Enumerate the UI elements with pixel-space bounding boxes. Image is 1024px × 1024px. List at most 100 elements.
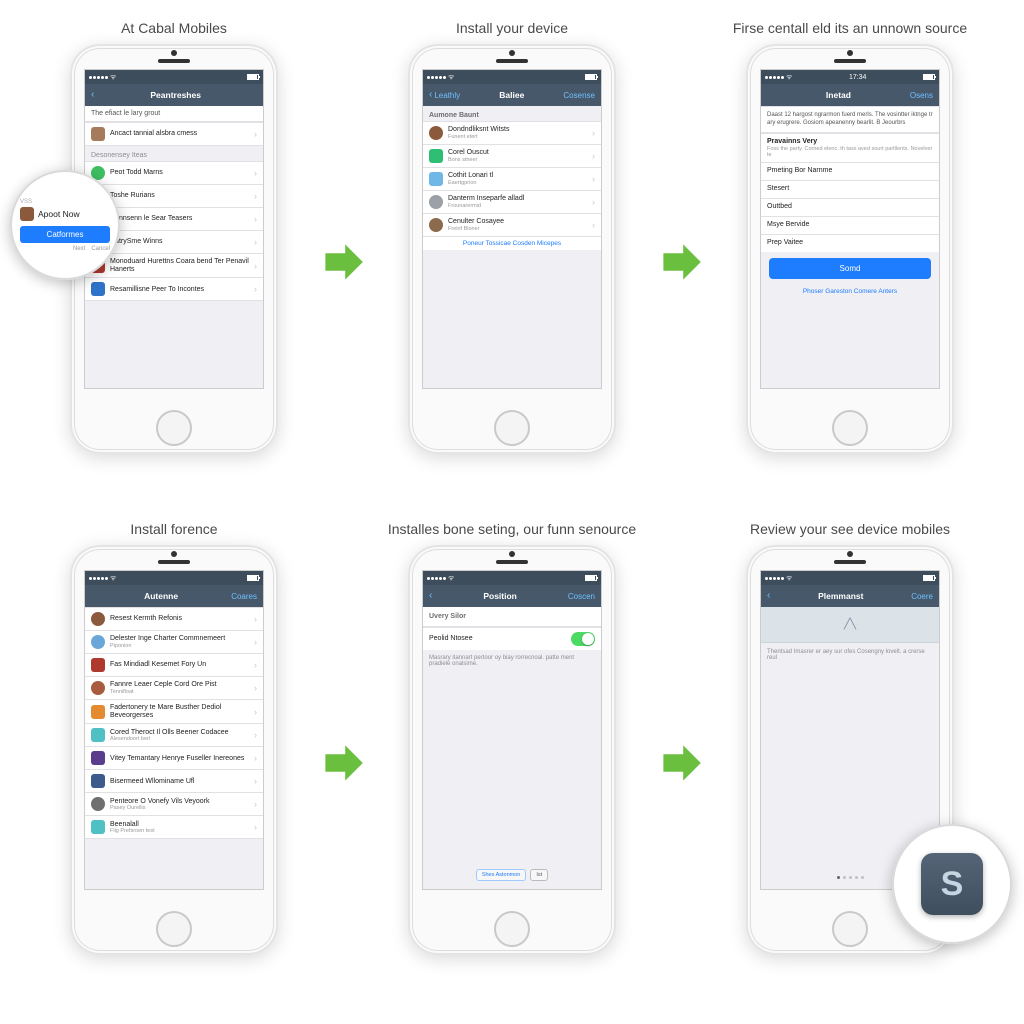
wifi-icon: ᯤ [448, 73, 454, 82]
arrow-right-icon [659, 240, 703, 284]
nav-right-button[interactable]: Cosense [563, 91, 595, 100]
list-row[interactable]: Cored Theroct Il Olls Beener CodaceeAles… [85, 723, 263, 746]
chevron-right-icon: › [254, 660, 257, 670]
arrow-1 [318, 20, 368, 503]
app-icon [91, 774, 105, 788]
phone-frame: ᯤ Autenne Coares Resest Kermth Refonis› … [70, 545, 278, 955]
step-6-caption: Review your see device mobiles [750, 521, 950, 537]
chevron-right-icon: › [254, 191, 257, 201]
app-icon [91, 751, 105, 765]
nav-bar: ‹Leathly Baliee Cosense [423, 84, 601, 106]
tutorial-grid: At Cabal Mobiles ᯤ ‹ Peantreshes The efi… [0, 0, 1024, 1024]
nav-back-button[interactable]: ‹ [91, 90, 94, 100]
list-row[interactable]: Resest Kermth Refonis› [85, 607, 263, 630]
magnify-secondary-b[interactable]: Cancel [91, 246, 110, 252]
footer-link[interactable]: Poneur Tossicae Cosden Micepes [423, 236, 601, 250]
toggle-row[interactable]: Peolid Ntosee [423, 627, 601, 650]
step-5-caption: Installes bone seting, our funn senource [388, 521, 636, 537]
list-row[interactable]: Bisermeed Wllominame Ufl› [85, 769, 263, 792]
list-row[interactable]: Ancact tannial alsbra cmess› [85, 122, 263, 146]
home-button[interactable] [494, 911, 530, 947]
seg-button-b[interactable]: Ist [530, 869, 548, 881]
list-row[interactable]: Penteore O Vonefy Vils VeyoorkPasey Oure… [85, 792, 263, 815]
chevron-right-icon: › [254, 237, 257, 247]
nav-title: Position [483, 591, 517, 601]
home-button[interactable] [156, 410, 192, 446]
chevron-right-icon: › [254, 284, 257, 294]
list-row[interactable]: Resamillisne Peer To Incontes› [85, 277, 263, 301]
wifi-icon: ᯤ [110, 574, 116, 583]
chevron-right-icon: › [592, 128, 595, 138]
list-row[interactable]: Msye Bervide [761, 216, 939, 234]
list-row[interactable]: Peot Todd Marns› [85, 161, 263, 184]
list-row[interactable]: Stesert [761, 180, 939, 198]
step-4: Install forence ᯤ Autenne Coares Resest … [30, 521, 318, 1004]
status-bar: ᯤ 17:34 [761, 70, 939, 84]
list-row[interactable]: BeenalallFlig Prefsroen test› [85, 815, 263, 839]
sensor-dot [171, 551, 177, 557]
status-bar: ᯤ [85, 571, 263, 585]
nav-bar: Inetad Osens [761, 84, 939, 106]
list-row[interactable]: Vitey Temantary Henrye Fuseller Inereone… [85, 746, 263, 769]
nav-title: Baliee [499, 90, 524, 100]
nav-bar: ‹ Position Coscen [423, 585, 601, 607]
list-row[interactable]: Danterm Inseparfe alladlFrounarermid› [423, 190, 601, 213]
arrow-right-icon [321, 741, 365, 785]
magnify-secondary-a[interactable]: Next [73, 246, 85, 252]
chevron-right-icon: › [254, 683, 257, 693]
sub-heading: The efiact le lary grout [85, 106, 263, 122]
nav-back-button[interactable]: ‹Leathly [429, 90, 460, 100]
section-title: Desonensey Iteas [85, 146, 263, 161]
nav-right-button[interactable]: Coares [231, 592, 257, 601]
list-row[interactable]: Outtbed [761, 198, 939, 216]
app-icon [91, 612, 105, 626]
home-button[interactable] [156, 911, 192, 947]
app-icon [91, 658, 105, 672]
list-row[interactable]: Monoduard Hurettns Coara bend Ter Penavi… [85, 253, 263, 277]
step-1: At Cabal Mobiles ᯤ ‹ Peantreshes The efi… [30, 20, 318, 503]
seg-button-a[interactable]: Shes Astonmon [476, 869, 527, 881]
nav-title: Inetad [826, 90, 851, 100]
chevron-right-icon: › [254, 168, 257, 178]
toggle-switch[interactable] [571, 632, 595, 646]
app-icon [91, 635, 105, 649]
list-row[interactable]: Fannre Leaer Ceple Cord Ore PistTenniflo… [85, 676, 263, 699]
sensor-dot [171, 50, 177, 56]
chevron-right-icon: › [254, 822, 257, 832]
list-row[interactable]: Fas Mindiadl Kesemet Fory Un› [85, 653, 263, 676]
nav-back-button[interactable]: ‹ [429, 591, 432, 601]
nav-right-button[interactable]: Coscen [568, 592, 595, 601]
nav-title: Autenne [144, 591, 178, 601]
chevron-right-icon: › [254, 707, 257, 717]
magnify-primary-button[interactable]: Catformes [20, 226, 110, 243]
list-row[interactable]: Pravainns VeryFoss the party. Corned ele… [761, 133, 939, 162]
home-button[interactable] [832, 911, 868, 947]
list-row[interactable]: Pmeting Bor Narnme [761, 162, 939, 180]
nav-right-button[interactable]: Osens [910, 91, 933, 100]
footer-link[interactable]: Phoser Gareston Comere Anters [761, 285, 939, 298]
screen-content: Aumone Baunt Dondndliksnt WitstsFunent e… [423, 106, 601, 388]
section-title: Aumone Baunt [423, 106, 601, 121]
list-row[interactable]: Fadertonery te Mare Busther Dediol Beveo… [85, 699, 263, 723]
nav-title: Plemmanst [818, 591, 863, 601]
nav-back-button[interactable]: ‹ [767, 591, 770, 601]
arrow-3 [318, 521, 368, 1004]
home-button[interactable] [832, 410, 868, 446]
list-row[interactable]: Prep Vaitee [761, 234, 939, 252]
list-row[interactable]: Cothit Lonari tlEaertgprion› [423, 167, 601, 190]
wifi-icon: ᯤ [110, 73, 116, 82]
list-row[interactable]: Delester Inge Charter CommnemeertPiponio… [85, 630, 263, 653]
phone-screen: ᯤ Autenne Coares Resest Kermth Refonis› … [84, 570, 264, 890]
chevron-right-icon: › [592, 220, 595, 230]
primary-button[interactable]: Somd [769, 258, 931, 279]
chevron-right-icon: › [254, 614, 257, 624]
list-row[interactable]: Cenulter CosayeeFreinf Bloner› [423, 213, 601, 236]
section-title: Uvery Silor [423, 607, 601, 627]
nav-right-button[interactable]: Coere [911, 592, 933, 601]
nav-bar: ‹ Plemmanst Coere [761, 585, 939, 607]
wifi-icon: ᯤ [786, 73, 792, 82]
home-button[interactable] [494, 410, 530, 446]
list-row[interactable]: Dondndliksnt WitstsFunent etert› [423, 121, 601, 144]
list-row[interactable]: Corel OuscutBons stneer› [423, 144, 601, 167]
app-icon [429, 126, 443, 140]
